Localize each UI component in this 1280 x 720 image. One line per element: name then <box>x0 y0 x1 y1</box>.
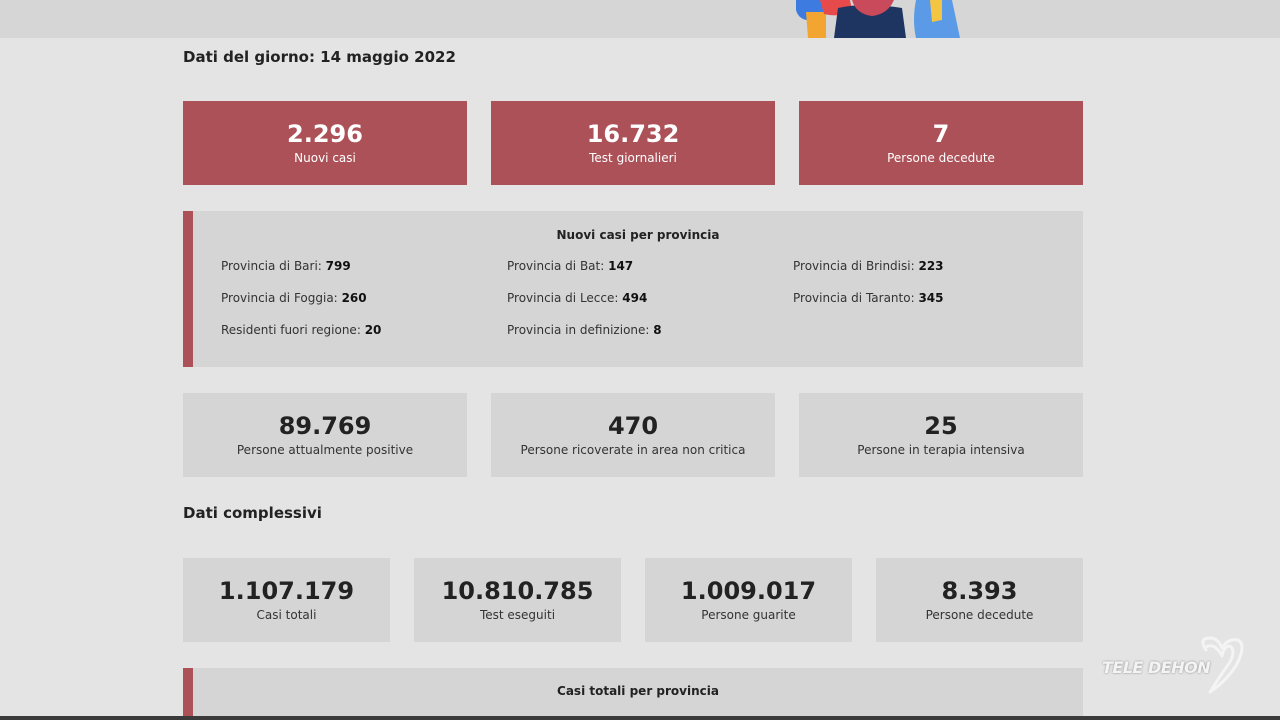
currently-positive-value: 89.769 <box>278 411 372 440</box>
total-cases-label: Casi totali <box>256 608 317 623</box>
province-item-taranto: Provincia di Taranto: 345 <box>793 291 944 305</box>
province-panel-title: Nuovi casi per provincia <box>556 228 720 242</box>
new-cases-label: Nuovi casi <box>294 151 356 166</box>
new-cases-card: 2.296 Nuovi casi <box>183 101 467 185</box>
province-item-brindisi: Provincia di Brindisi: 223 <box>793 259 944 273</box>
hospitalized-label: Persone ricoverate in area non critica <box>520 443 746 458</box>
daily-deaths-card: 7 Persone decedute <box>799 101 1083 185</box>
daily-tests-label: Test giornalieri <box>589 151 677 166</box>
daily-tests-card: 16.732 Test giornalieri <box>491 101 775 185</box>
total-deaths-value: 8.393 <box>941 576 1018 605</box>
recovered-card: 1.009.017 Persone guarite <box>645 558 852 642</box>
total-tests-card: 10.810.785 Test eseguiti <box>414 558 621 642</box>
hospitalized-value: 470 <box>607 411 659 440</box>
daily-deaths-value: 7 <box>932 119 950 148</box>
currently-positive-label: Persone attualmente positive <box>236 443 414 458</box>
daily-tests-value: 16.732 <box>586 119 680 148</box>
intensive-care-label: Persone in terapia intensiva <box>857 443 1025 458</box>
province-item-undefined: Provincia in definizione: 8 <box>507 323 662 337</box>
top-banner <box>0 0 1280 38</box>
total-deaths-label: Persone decedute <box>925 608 1034 623</box>
total-cases-by-province-panel: Casi totali per provincia <box>183 668 1083 716</box>
bottom-edge <box>0 716 1280 720</box>
intensive-care-value: 25 <box>924 411 958 440</box>
daily-deaths-label: Persone decedute <box>887 151 995 166</box>
new-cases-by-province-panel: Nuovi casi per provincia Provincia di Ba… <box>183 211 1083 367</box>
total-cases-card: 1.107.179 Casi totali <box>183 558 390 642</box>
province-list: Provincia di Bari: 799 Provincia di Bat:… <box>221 259 1081 337</box>
province-item-bari: Provincia di Bari: 799 <box>221 259 351 273</box>
province-item-out-of-region: Residenti fuori regione: 20 <box>221 323 382 337</box>
province-item-foggia: Provincia di Foggia: 260 <box>221 291 367 305</box>
total-tests-label: Test eseguiti <box>479 608 556 623</box>
total-province-panel-title: Casi totali per provincia <box>557 684 719 698</box>
intensive-care-card: 25 Persone in terapia intensiva <box>799 393 1083 477</box>
total-tests-value: 10.810.785 <box>441 576 594 605</box>
recovered-label: Persone guarite <box>701 608 796 623</box>
new-cases-value: 2.296 <box>287 119 363 148</box>
people-illustration <box>796 0 960 38</box>
province-item-lecce: Provincia di Lecce: 494 <box>507 291 648 305</box>
recovered-value: 1.009.017 <box>680 576 817 605</box>
daily-section-title: Dati del giorno: 14 maggio 2022 <box>183 48 456 66</box>
watermark-text: TELE DEHON <box>1102 658 1211 677</box>
hospitalized-card: 470 Persone ricoverate in area non criti… <box>491 393 775 477</box>
channel-watermark: TELE DEHON <box>1100 636 1250 698</box>
overall-section-title: Dati complessivi <box>183 504 322 522</box>
currently-positive-card: 89.769 Persone attualmente positive <box>183 393 467 477</box>
heart-logo-icon <box>1201 636 1244 694</box>
total-deaths-card: 8.393 Persone decedute <box>876 558 1083 642</box>
province-item-bat: Provincia di Bat: 147 <box>507 259 634 273</box>
total-cases-value: 1.107.179 <box>218 576 355 605</box>
